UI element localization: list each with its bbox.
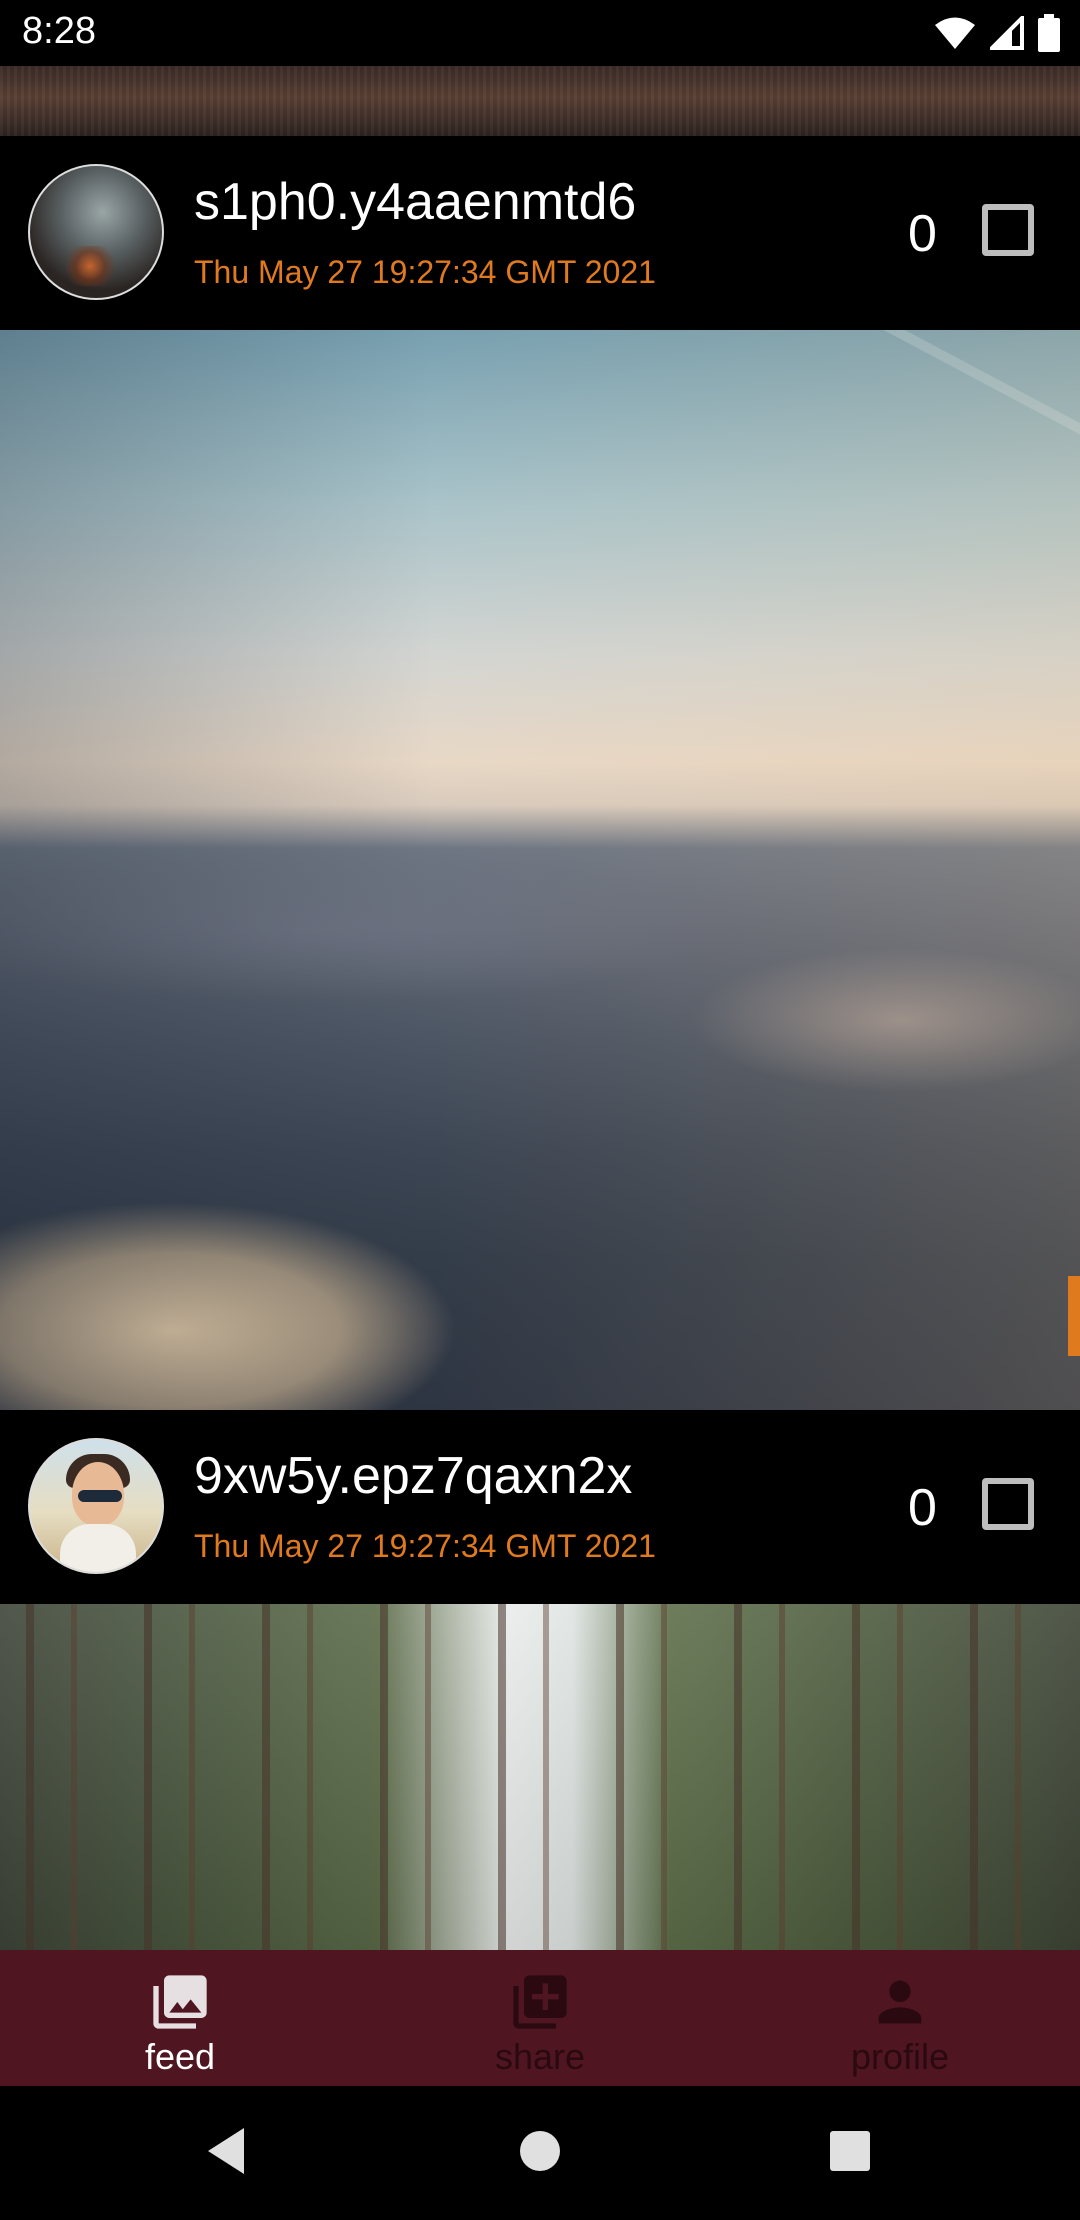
nav-label-profile: profile (850, 2036, 950, 2077)
post-photo[interactable] (0, 1604, 1080, 1950)
bottom-navigation: feed share profile (0, 1950, 1080, 2086)
person-icon (878, 1980, 922, 2024)
back-icon[interactable] (204, 2126, 248, 2176)
avatar[interactable] (28, 164, 164, 300)
post-username[interactable]: 9xw5y.epz7qaxn2x (194, 1446, 632, 1506)
like-count: 0 (908, 205, 937, 263)
status-icons (934, 12, 1060, 54)
scroll-indicator (1068, 1276, 1080, 1356)
post-header: s1ph0.y4aaenmtd6 Thu May 27 19:27:34 GMT… (0, 136, 1080, 330)
nav-item-feed[interactable]: feed (0, 1950, 360, 2086)
status-time: 8:28 (22, 10, 96, 52)
like-checkbox[interactable] (982, 1478, 1034, 1530)
like-checkbox[interactable] (982, 204, 1034, 256)
cell-signal-icon (990, 16, 1024, 50)
system-navigation-bar (0, 2086, 1080, 2220)
add-photo-icon (513, 1975, 567, 2029)
battery-icon (1038, 14, 1060, 52)
post-username[interactable]: s1ph0.y4aaenmtd6 (194, 172, 636, 232)
home-icon[interactable] (518, 2126, 562, 2176)
previous-post-photo[interactable] (0, 66, 1080, 136)
nav-item-share[interactable]: share (360, 1950, 720, 2086)
post-photo[interactable] (0, 330, 1080, 1410)
post-header: 9xw5y.epz7qaxn2x Thu May 27 19:27:34 GMT… (0, 1410, 1080, 1604)
post-timestamp: Thu May 27 19:27:34 GMT 2021 (194, 1528, 656, 1564)
status-bar: 8:28 (0, 0, 1080, 66)
recents-icon[interactable] (828, 2126, 872, 2176)
wifi-icon (935, 17, 975, 49)
nav-label-feed: feed (144, 2036, 216, 2077)
avatar[interactable] (28, 1438, 164, 1574)
post-timestamp: Thu May 27 19:27:34 GMT 2021 (194, 254, 656, 290)
nav-label-share: share (494, 2036, 586, 2077)
like-count: 0 (908, 1479, 937, 1537)
photo-library-icon (153, 1975, 207, 2029)
nav-item-profile[interactable]: profile (720, 1950, 1080, 2086)
